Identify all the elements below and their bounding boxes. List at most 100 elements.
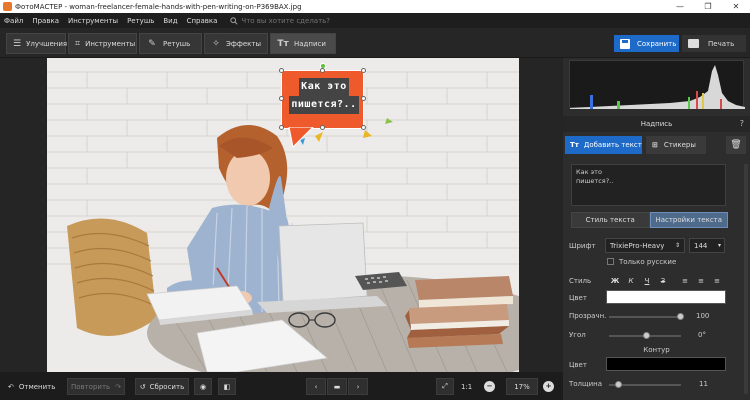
opacity-label: Прозрачн. — [569, 312, 607, 320]
only-russian-checkbox[interactable] — [607, 258, 614, 265]
stepper-icon: ⇕ — [674, 242, 680, 249]
resize-handle-l[interactable] — [279, 96, 284, 101]
angle-value: 0° — [698, 331, 706, 339]
underline-button[interactable]: Ч — [641, 275, 653, 287]
reset-button[interactable]: ↺ Сбросить — [135, 378, 189, 395]
stickers-button[interactable]: ⊞ Стикеры — [646, 136, 706, 154]
minimize-button[interactable]: — — [666, 2, 694, 11]
close-button[interactable]: ✕ — [722, 2, 750, 11]
print-button[interactable]: Печать — [682, 35, 746, 52]
histogram-graph — [570, 65, 745, 109]
caption-bubble[interactable]: Как это пишется?.. — [281, 70, 364, 129]
next-image-button[interactable]: › — [348, 378, 368, 395]
resize-handle-r[interactable] — [361, 96, 366, 101]
tab-captions[interactable]: Tт Надписи — [270, 33, 336, 54]
thickness-slider-knob[interactable] — [615, 381, 622, 388]
text-color-swatch[interactable] — [606, 290, 726, 304]
tab-tools[interactable]: ⌗ Инструменты — [68, 33, 137, 54]
crop-icon: ⌗ — [75, 38, 81, 49]
tab-effects[interactable]: ✧ Эффекты — [204, 33, 268, 54]
opacity-slider-track[interactable] — [609, 316, 681, 318]
reset-label: Сбросить — [149, 382, 185, 391]
align-left-button[interactable]: ≡ — [679, 275, 691, 287]
menu-tools[interactable]: Инструменты — [68, 17, 118, 25]
text-icon: Tт — [570, 141, 579, 149]
zoom-in-button[interactable]: + — [543, 378, 557, 395]
font-value: TrixiePro-Heavy — [610, 241, 665, 250]
panel-scrollbar[interactable] — [744, 164, 748, 394]
save-button[interactable]: Сохранить — [614, 35, 679, 52]
floppy-icon — [620, 38, 630, 49]
menu-bar: Файл Правка Инструменты Ретушь Вид Справ… — [0, 13, 750, 28]
maximize-button[interactable]: ❐ — [694, 2, 722, 11]
eye-icon: ◉ — [199, 382, 207, 391]
preview-button[interactable]: ◉ — [194, 378, 212, 395]
redo-button[interactable]: Повторить ↷ — [67, 378, 125, 395]
menu-help[interactable]: Справка — [187, 17, 218, 25]
outline-title: Контур — [643, 346, 670, 354]
prev-image-button[interactable]: ‹ — [306, 378, 326, 395]
caption-line-1: Как это — [299, 78, 349, 96]
open-folder-button[interactable]: ▬ — [327, 378, 347, 395]
zoom-actual-button[interactable]: 1:1 — [461, 378, 477, 395]
tab-retouch[interactable]: ✎ Ретушь — [139, 33, 202, 54]
bottom-bar: ↶ Отменить Повторить ↷ ↺ Сбросить ◉ ◧ ‹ … — [0, 372, 563, 400]
command-search-input[interactable] — [241, 16, 372, 25]
print-label: Печать — [708, 39, 735, 48]
tab-label: Эффекты — [226, 39, 261, 48]
opacity-slider-knob[interactable] — [677, 313, 684, 320]
compare-icon: ◧ — [223, 382, 231, 391]
delete-button[interactable]: 🗑 — [726, 136, 746, 154]
text-subtabs: Стиль текста Настройки текста — [571, 212, 728, 228]
tab-text-settings[interactable]: Настройки текста — [649, 212, 728, 228]
menu-file[interactable]: Файл — [4, 17, 23, 25]
bold-button[interactable]: Ж — [609, 275, 621, 287]
caption-text-input[interactable]: Как это пишется?.. — [571, 164, 726, 206]
resize-handle-b[interactable] — [320, 125, 325, 130]
compare-button[interactable]: ◧ — [218, 378, 236, 395]
brush-icon: ✎ — [148, 38, 156, 49]
font-size-field[interactable]: 144 ▾ — [689, 238, 725, 253]
resize-handle-tr[interactable] — [361, 68, 366, 73]
plus-icon: + — [543, 381, 554, 392]
font-label: Шрифт — [569, 242, 596, 250]
angle-slider-knob[interactable] — [643, 332, 650, 339]
fit-screen-button[interactable]: ⤢ — [436, 378, 454, 395]
editor-canvas: Как это пишется?.. — [0, 58, 563, 372]
add-text-button[interactable]: Tт Добавить текст — [565, 136, 642, 154]
undo-button[interactable]: ↶ Отменить — [8, 378, 64, 395]
resize-handle-t[interactable] — [320, 68, 325, 73]
resize-handle-tl[interactable] — [279, 68, 284, 73]
search-icon — [230, 16, 238, 25]
tab-enhancements[interactable]: ☰ Улучшения — [6, 33, 68, 54]
align-left-icon: ≡ — [682, 277, 688, 285]
redo-label: Повторить — [70, 382, 111, 391]
zoom-out-button[interactable]: − — [484, 378, 498, 395]
help-icon[interactable]: ? — [740, 116, 744, 132]
outline-color-swatch[interactable] — [606, 357, 726, 371]
tab-label: Улучшения — [26, 39, 68, 48]
app-logo-icon — [3, 2, 12, 11]
align-right-button[interactable]: ≡ — [711, 275, 723, 287]
resize-handle-br[interactable] — [361, 125, 366, 130]
redo-icon: ↷ — [115, 382, 122, 391]
menu-edit[interactable]: Правка — [32, 17, 59, 25]
style-label: Стиль — [569, 277, 592, 285]
minus-icon: − — [484, 381, 495, 392]
align-center-button[interactable]: ≡ — [695, 275, 707, 287]
font-size-value: 144 — [694, 241, 708, 250]
align-right-icon: ≡ — [714, 277, 720, 285]
menu-retouch[interactable]: Ретушь — [127, 17, 154, 25]
strikethrough-button[interactable]: З — [657, 275, 669, 287]
italic-button[interactable]: К — [625, 275, 637, 287]
right-panel: Надпись ? Tт Добавить текст ⊞ Стикеры 🗑 … — [563, 58, 750, 400]
resize-handle-bl[interactable] — [279, 125, 284, 130]
font-select[interactable]: TrixiePro-Heavy ⇕ — [605, 238, 685, 253]
tab-text-style[interactable]: Стиль текста — [571, 212, 650, 228]
zoom-value[interactable]: 17% — [506, 378, 538, 395]
tab-label: Ретушь — [163, 39, 191, 48]
stickers-label: Стикеры — [663, 141, 696, 149]
undo-icon: ↶ — [8, 382, 14, 391]
menu-view[interactable]: Вид — [163, 17, 177, 25]
thickness-label: Толщина — [569, 380, 603, 388]
